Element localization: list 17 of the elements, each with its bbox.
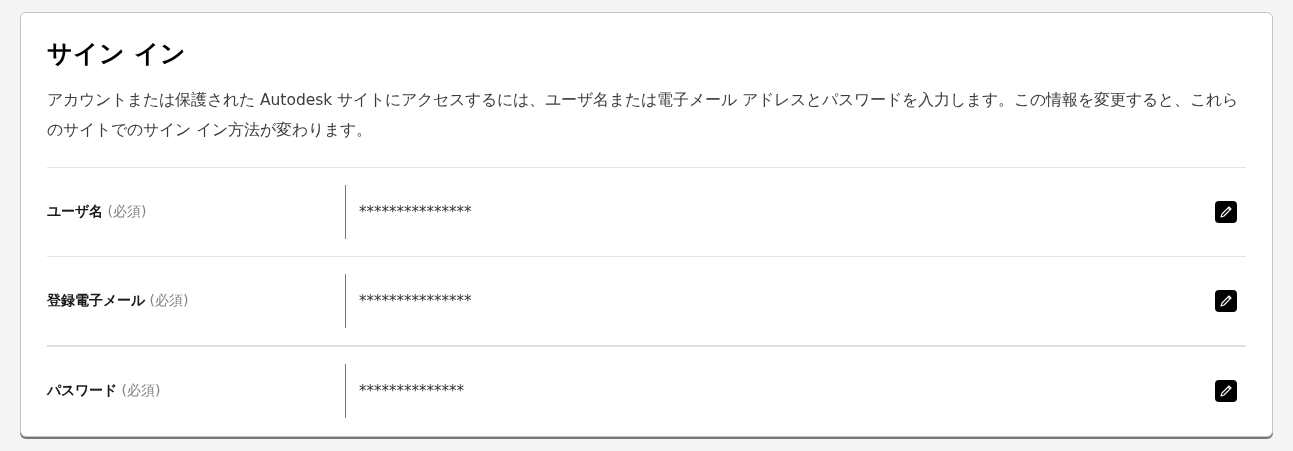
required-note: (必須) xyxy=(121,382,161,398)
description-text: アカウントまたは保護された Autodesk サイトにアクセスするには、ユーザ名または電子メール アドレスとパスワードを入力します。この情報を変更すると、これらのサイトでのサイン イン方法が変わります。 xyxy=(47,90,1240,141)
page-title: サイン イン xyxy=(47,38,187,70)
required-note: (必須) xyxy=(149,292,189,308)
masked-value: ************** xyxy=(359,382,464,400)
pencil-icon xyxy=(1219,384,1233,398)
field-label: ユーザ名 xyxy=(47,203,103,219)
edit-button[interactable] xyxy=(1215,290,1237,312)
pencil-icon xyxy=(1219,294,1233,308)
masked-value: *************** xyxy=(359,203,472,221)
field-label: パスワード xyxy=(47,382,117,398)
masked-value: *************** xyxy=(359,292,472,310)
edit-button[interactable] xyxy=(1215,380,1237,402)
edit-button[interactable] xyxy=(1215,201,1237,223)
required-note: (必須) xyxy=(107,203,147,219)
pencil-icon xyxy=(1219,205,1233,219)
field-label: 登録電子メール xyxy=(47,292,145,308)
